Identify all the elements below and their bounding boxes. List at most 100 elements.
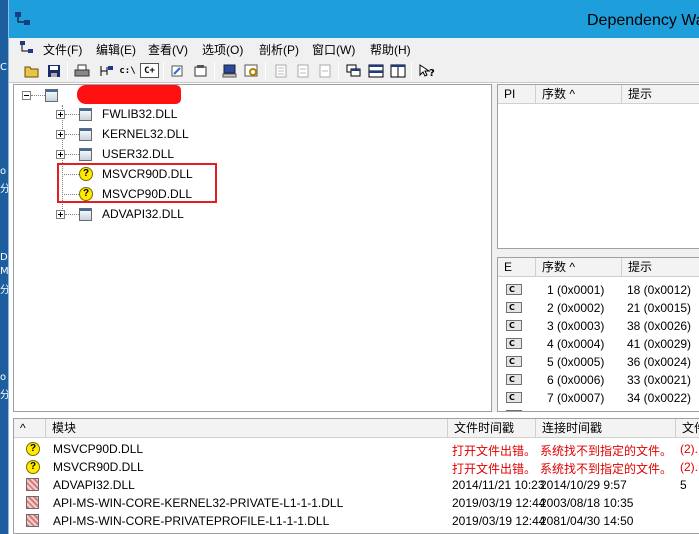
module-name: ADVAPI32.DLL xyxy=(53,478,135,492)
export-row[interactable]: C 2 (0x0002) 21 (0x0015) xyxy=(498,300,699,317)
toolbar: c:\ C+ ? xyxy=(9,58,699,83)
module-name: MSVCP90D.DLL xyxy=(53,442,144,456)
module-icon xyxy=(45,88,58,102)
find-icon[interactable] xyxy=(169,61,188,80)
module-icon xyxy=(79,147,92,161)
modules-col-link-time[interactable]: 连接时间戳 xyxy=(536,419,676,438)
tree-node-user32[interactable]: USER32.DLL xyxy=(56,145,174,163)
imports-col-ordinal[interactable]: 序数 ^ xyxy=(536,85,622,104)
configure-icon[interactable] xyxy=(242,61,261,80)
imports-col-hint[interactable]: 提示 xyxy=(622,85,699,104)
redacted-root-name xyxy=(77,85,181,104)
toolbar-separator xyxy=(265,62,266,79)
module-row[interactable]: API-MS-WIN-CORE-PRIVATEPROFILE-L1-1-1.DL… xyxy=(14,512,699,530)
missing-module-icon: ? xyxy=(26,442,40,456)
module-row[interactable]: ? MSVCP90D.DLL 打开文件出错。 系统找不到指定的文件。 (2). xyxy=(14,440,699,458)
exports-col-ordinal[interactable]: 序数 ^ xyxy=(536,258,622,277)
tile-horizontal-icon[interactable] xyxy=(366,61,385,80)
c-function-icon: C xyxy=(506,374,522,385)
exports-col-e[interactable]: E xyxy=(498,258,536,277)
expand-toggle[interactable] xyxy=(56,109,65,119)
help-icon[interactable]: ? xyxy=(417,61,436,80)
tree-root[interactable] xyxy=(22,86,62,104)
tree-connector xyxy=(31,94,45,96)
expand-toggle[interactable] xyxy=(56,129,65,139)
cascade-icon[interactable] xyxy=(344,61,363,80)
highlight-box xyxy=(57,163,217,203)
print-icon[interactable] xyxy=(72,61,91,80)
expand-icon[interactable] xyxy=(271,61,290,80)
export-hint: 21 (0x0015) xyxy=(627,409,691,411)
toolbar-separator xyxy=(67,62,68,79)
export-row[interactable]: C 4 (0x0004) 41 (0x0029) xyxy=(498,336,699,353)
imports-panel[interactable]: PI 序数 ^ 提示 xyxy=(497,84,699,249)
exports-col-hint[interactable]: 提示 xyxy=(622,258,699,277)
module-row[interactable]: ? MSVCR90D.DLL 打开文件出错。 系统找不到指定的文件。 (2). xyxy=(14,458,699,476)
modules-col-status[interactable]: ^ xyxy=(14,419,46,438)
c-path-icon[interactable]: c:\ xyxy=(118,61,137,80)
tree-node-advapi32[interactable]: ADVAPI32.DLL xyxy=(56,205,184,223)
exports-panel[interactable]: E 序数 ^ 提示 C 1 (0x0001) 18 (0x0012) C 2 (0x00… xyxy=(497,257,699,412)
modules-col-file[interactable]: 文件 xyxy=(676,419,699,438)
tree-connector xyxy=(65,133,79,135)
tile-vertical-icon[interactable] xyxy=(388,61,407,80)
horizontal-splitter[interactable] xyxy=(497,249,699,257)
dependency-tree-panel[interactable]: FWLIB32.DLL KERNEL32.DLL USER32.DLL ? MS… xyxy=(13,84,492,412)
save-icon[interactable] xyxy=(44,61,63,80)
menu-edit[interactable]: 编辑(E) xyxy=(96,41,136,58)
missing-module-icon: ? xyxy=(26,460,40,474)
module-icon xyxy=(79,207,92,221)
link-timestamp: 2003/08/18 10:35 xyxy=(540,496,634,510)
document-window-icon[interactable] xyxy=(20,41,34,54)
menu-window[interactable]: 窗口(W) xyxy=(312,41,355,58)
toolbar-separator xyxy=(338,62,339,79)
dependency-walker-window: Dependency Wa 文件(F) 编辑(E) 查看(V) 选项(O) 剖析… xyxy=(8,0,699,534)
c-function-icon: C xyxy=(506,338,522,349)
export-row[interactable]: C 7 (0x0007) 34 (0x0022) xyxy=(498,390,699,407)
menu-view[interactable]: 查看(V) xyxy=(148,41,188,58)
module-list-panel[interactable]: ^ 模块 文件时间戳 连接时间戳 文件 ? MSVCP90D.DLL 打开文件出错。… xyxy=(13,418,699,534)
module-name: API-MS-WIN-CORE-PRIVATEPROFILE-L1-1-1.DL… xyxy=(53,514,330,528)
tree-node-label: ADVAPI32.DLL xyxy=(102,207,184,221)
export-row[interactable]: C 1 (0x0001) 18 (0x0012) xyxy=(498,282,699,299)
export-row[interactable]: C 6 (0x0006) 33 (0x0021) xyxy=(498,372,699,389)
imports-col-pi[interactable]: PI xyxy=(498,85,536,104)
copy-icon[interactable] xyxy=(97,61,116,80)
system-info-icon[interactable] xyxy=(220,61,239,80)
tree-node-kernel32[interactable]: KERNEL32.DLL xyxy=(56,125,189,143)
open-icon[interactable] xyxy=(22,61,41,80)
collapse-toggle[interactable] xyxy=(22,90,31,100)
c-function-icon: C xyxy=(506,392,522,403)
export-ordinal: 1 (0x0001) xyxy=(547,283,605,297)
expand-toggle[interactable] xyxy=(56,209,65,219)
collapse-all-icon[interactable] xyxy=(315,61,334,80)
title-bar[interactable]: Dependency Wa xyxy=(9,0,699,38)
expand-toggle[interactable] xyxy=(56,149,65,159)
properties-icon[interactable] xyxy=(191,61,210,80)
file-extra: (2). xyxy=(680,460,698,474)
menu-help[interactable]: 帮助(H) xyxy=(370,41,411,58)
module-row[interactable]: API-MS-WIN-CORE-KERNEL32-PRIVATE-L1-1-1.… xyxy=(14,494,699,512)
menu-options[interactable]: 选项(O) xyxy=(202,41,243,58)
cpp-undecorate-icon[interactable]: C+ xyxy=(140,63,159,78)
app-icon[interactable] xyxy=(15,12,31,26)
collapse-icon[interactable] xyxy=(293,61,312,80)
menu-bar: 文件(F) 编辑(E) 查看(V) 选项(O) 剖析(P) 窗口(W) 帮助(H… xyxy=(9,38,699,58)
tree-connector xyxy=(65,213,79,215)
export-hint: 21 (0x0015) xyxy=(627,301,692,315)
menu-profile[interactable]: 剖析(P) xyxy=(259,41,299,58)
module-row[interactable]: ADVAPI32.DLL 2014/11/21 10:23 2014/10/29 9… xyxy=(14,476,699,494)
modules-col-file-time[interactable]: 文件时间戳 xyxy=(448,419,536,438)
file-extra: (2). xyxy=(680,442,698,456)
export-row[interactable]: C 5 (0x0005) 36 (0x0024) xyxy=(498,354,699,371)
export-ordinal: 7 (0x0007) xyxy=(547,391,605,405)
tree-connector xyxy=(65,153,79,155)
menu-file[interactable]: 文件(F) xyxy=(43,41,82,58)
tree-node-fwlib32[interactable]: FWLIB32.DLL xyxy=(56,105,177,123)
c-function-icon: C xyxy=(506,356,522,367)
module-icon xyxy=(79,127,92,141)
modules-col-module[interactable]: 模块 xyxy=(46,419,448,438)
export-row[interactable]: C 3 (0x0003) 38 (0x0026) xyxy=(498,318,699,335)
export-row[interactable]: C 8 (0x0008) 21 (0x0015) xyxy=(498,408,699,411)
desktop-fragment: o xyxy=(0,166,7,177)
